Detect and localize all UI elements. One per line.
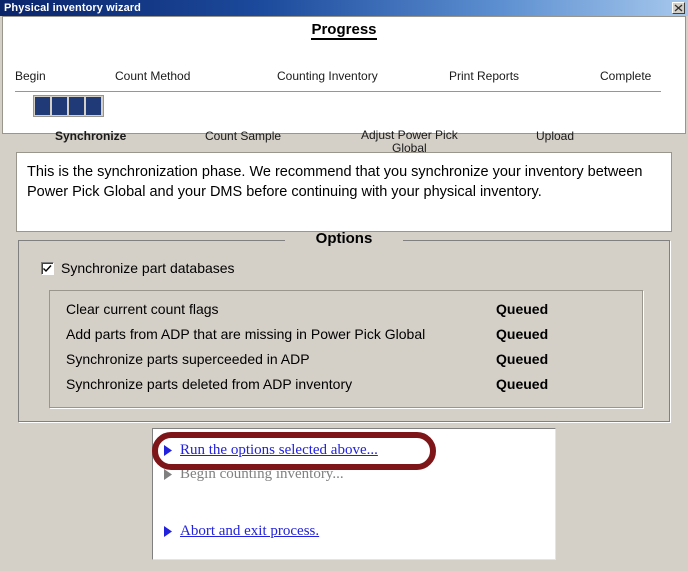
triangle-right-icon	[161, 525, 175, 537]
progress-panel: Progress Begin Count Method Counting Inv…	[2, 16, 686, 155]
begin-counting-label: Begin counting inventory...	[180, 465, 344, 482]
window-title: Physical inventory wizard	[4, 2, 141, 14]
step-print-reports[interactable]: Print Reports	[449, 69, 519, 83]
table-row: Clear current count flags Queued	[66, 301, 626, 326]
triangle-right-icon	[161, 444, 175, 456]
run-options-link[interactable]: Run the options selected above...	[161, 438, 555, 462]
checkbox-label: Synchronize part databases	[61, 260, 235, 276]
step-counting-inventory[interactable]: Counting Inventory	[277, 69, 378, 83]
queue-item-status: Queued	[496, 301, 549, 317]
sync-part-databases-row[interactable]: Synchronize part databases	[41, 260, 235, 276]
progress-block	[86, 97, 101, 115]
table-row: Add parts from ADP that are missing in P…	[66, 326, 626, 351]
abort-exit-label: Abort and exit process.	[180, 522, 320, 539]
step-count-method[interactable]: Count Method	[115, 69, 190, 83]
instructions-box: This is the synchronization phase. We re…	[16, 152, 672, 232]
step-complete[interactable]: Complete	[600, 69, 651, 83]
begin-counting-link: Begin counting inventory...	[161, 462, 555, 486]
progress-heading-text: Progress	[311, 21, 377, 40]
window-titlebar: Physical inventory wizard	[0, 0, 688, 16]
close-glyph	[674, 4, 683, 12]
substep-count-sample[interactable]: Count Sample	[205, 129, 281, 143]
queue-item-label: Synchronize parts superceeded in ADP	[66, 351, 310, 367]
queue-item-status: Queued	[496, 376, 549, 392]
options-group: Options Synchronize part databases Clear…	[18, 230, 670, 422]
actions-spacer	[161, 486, 555, 519]
abort-exit-link[interactable]: Abort and exit process.	[161, 519, 555, 543]
table-row: Synchronize parts deleted from ADP inven…	[66, 376, 626, 401]
queue-item-label: Add parts from ADP that are missing in P…	[66, 326, 426, 342]
run-options-label: Run the options selected above...	[180, 441, 378, 458]
progress-heading: Progress	[3, 21, 685, 40]
queue-item-label: Synchronize parts deleted from ADP inven…	[66, 376, 353, 392]
checkbox-sync-part-databases[interactable]	[41, 261, 54, 275]
table-row: Synchronize parts superceeded in ADP Que…	[66, 351, 626, 376]
progress-block	[52, 97, 67, 115]
options-legend: Options	[315, 230, 373, 247]
physical-inventory-wizard-window: Physical inventory wizard Progress Begin…	[0, 0, 688, 571]
triangle-right-icon	[161, 468, 175, 480]
substep-synchronize[interactable]: Synchronize	[55, 129, 126, 143]
substep-upload[interactable]: Upload	[536, 129, 574, 143]
actions-panel: Run the options selected above... Begin …	[152, 428, 556, 560]
progress-divider	[15, 91, 661, 92]
queue-item-status: Queued	[496, 326, 549, 342]
check-icon	[43, 264, 52, 272]
queue-item-label: Clear current count flags	[66, 301, 219, 317]
queue-item-status: Queued	[496, 351, 549, 367]
close-icon[interactable]	[672, 2, 685, 14]
queue-list-panel: Clear current count flags Queued Add par…	[49, 290, 643, 408]
step-begin[interactable]: Begin	[15, 69, 46, 83]
progress-block	[35, 97, 50, 115]
progress-block	[69, 97, 84, 115]
progress-bar	[33, 95, 104, 117]
